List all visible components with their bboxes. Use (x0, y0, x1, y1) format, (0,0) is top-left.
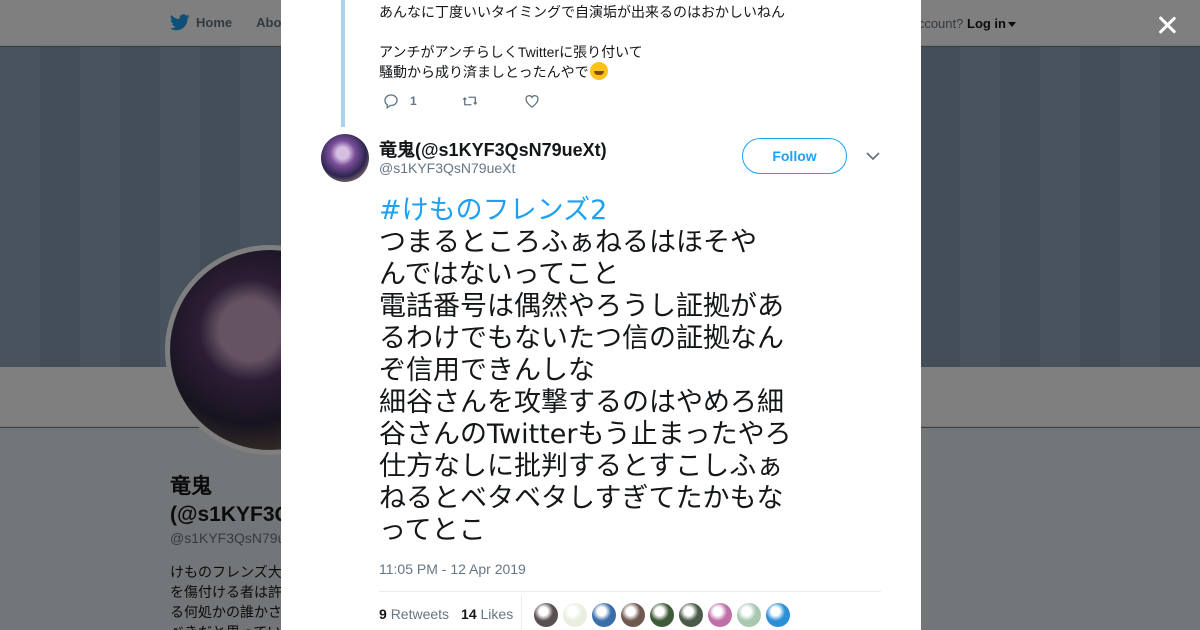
tweet-line: ねるとベタベタしすぎてたかもな (379, 483, 784, 514)
like-button[interactable] (523, 92, 541, 110)
liker-avatar[interactable] (621, 603, 645, 627)
liker-avatar[interactable] (679, 603, 703, 627)
tweet-line: んではないってこと (379, 259, 620, 290)
heart-icon (525, 95, 539, 108)
reply-button[interactable]: 1 (382, 92, 417, 110)
previous-tweet-line-text: 騒動から成り済ましとったんやで (379, 64, 589, 80)
tweet-author-avatar[interactable] (321, 134, 369, 182)
previous-tweet-line: 騒動から成り済ましとったんやで (379, 62, 879, 82)
liker-avatar[interactable] (534, 603, 558, 627)
tweet-line: つまるところふぁねるはほそや (379, 227, 757, 258)
close-icon[interactable] (1154, 12, 1180, 38)
previous-tweet-line: あんなに丁度いいタイミングで自演垢が出来るのはおかしいねん (379, 4, 785, 20)
retweet-icon (462, 96, 477, 106)
tweet-line: 細谷さんを攻撃するのはやめろ細 (379, 387, 784, 418)
liker-avatar[interactable] (766, 603, 790, 627)
tweet-line: 電話番号は偶然やろうし証拠があ (379, 291, 784, 322)
reply-icon (384, 94, 398, 110)
likes-label: Likes (480, 606, 514, 622)
liker-avatars (534, 603, 790, 627)
liker-avatar[interactable] (650, 603, 674, 627)
previous-tweet-line: アンチがアンチらしくTwitterに張り付いて (379, 44, 643, 60)
tweet-line: ぞ信用できんしな (379, 355, 595, 386)
tweet-line: るわけでもないたつ信の証拠なん (379, 323, 784, 354)
tweet-hashtag-line: #けものフレンズ2 (379, 195, 819, 227)
liker-avatar[interactable] (563, 603, 587, 627)
previous-tweet-line (379, 22, 879, 42)
previous-tweet-text: あんなに丁度いいタイミングで自演垢が出来るのはおかしいねん アンチがアンチらしく… (379, 2, 879, 82)
retweets-count: 9 (379, 606, 387, 622)
tweet-line: 仕方なしに批判するとすこしふぁ (379, 451, 784, 482)
follow-button[interactable]: Follow (742, 138, 847, 174)
liker-avatar[interactable] (737, 603, 761, 627)
grinning-sweat-emoji-icon (589, 62, 608, 80)
tweet-author-handle[interactable]: @s1KYF3QsN79ueXt (379, 160, 515, 176)
tweet-line: 谷さんのTwitterもう止まったやろ (379, 419, 792, 450)
likes-stat[interactable]: 14 Likes (461, 606, 513, 622)
reply-count: 1 (410, 94, 417, 108)
retweets-stat[interactable]: 9 Retweets (379, 606, 449, 622)
stats-divider (379, 591, 881, 592)
tweet-stats: 9 Retweets 14 Likes (379, 606, 513, 622)
previous-tweet-actions: 1 (382, 92, 541, 110)
retweets-label: Retweets (390, 606, 450, 622)
tweet-text: #けものフレンズ2 つまるところふぁねるはほそや んではないってこと 電話番号は… (379, 195, 819, 547)
thread-connector-line (341, 0, 345, 127)
hashtag-link[interactable]: #けものフレンズ2 (379, 195, 607, 226)
tweet-timestamp[interactable]: 11:05 PM - 12 Apr 2019 (379, 561, 526, 577)
liker-avatar[interactable] (592, 603, 616, 627)
liker-avatar[interactable] (708, 603, 732, 627)
tweet-modal: あんなに丁度いいタイミングで自演垢が出来るのはおかしいねん アンチがアンチらしく… (281, 0, 921, 630)
tweet-author-name[interactable]: 竜鬼(@s1KYF3QsN79ueXt) (379, 136, 607, 162)
tweet-line: ってとこ (379, 515, 486, 546)
likes-count: 14 (461, 606, 477, 622)
retweet-button[interactable] (461, 92, 479, 110)
stats-separator (521, 595, 522, 630)
chevron-down-icon[interactable] (866, 151, 880, 161)
